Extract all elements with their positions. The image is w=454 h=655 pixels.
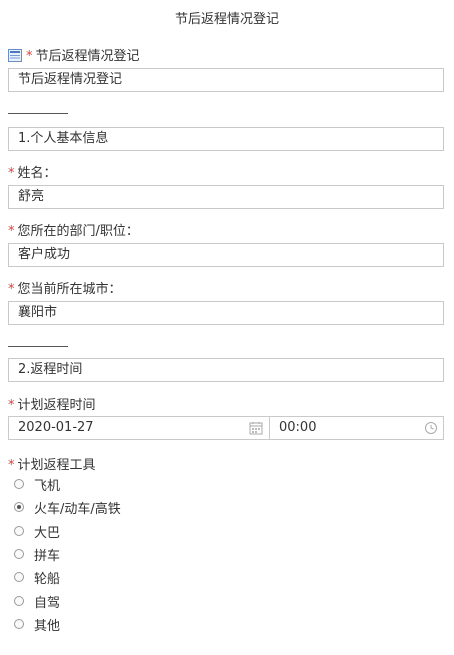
option-label: 火车/动车/高铁	[34, 501, 121, 517]
clock-icon[interactable]	[424, 421, 438, 435]
transport-option-train[interactable]: 火车/动车/高铁	[14, 498, 121, 517]
city-label-text: 您当前所在城市：	[17, 282, 122, 297]
radio-button[interactable]	[14, 619, 24, 629]
option-label: 拼车	[34, 548, 61, 564]
required-mark: *	[8, 224, 15, 239]
radio-button[interactable]	[14, 479, 24, 489]
transport-option-plane[interactable]: 飞机	[14, 475, 61, 494]
return-time-label: * 计划返程时间	[8, 394, 96, 413]
form-title-label: * 节后返程情况登记	[8, 45, 140, 64]
name-input[interactable]: 舒亮	[8, 185, 444, 209]
document-icon	[8, 49, 22, 62]
city-label: * 您当前所在城市：	[8, 278, 122, 297]
section1-title-field[interactable]: 1.个人基本信息	[8, 127, 444, 151]
calendar-icon[interactable]	[249, 421, 263, 435]
time-picker[interactable]: 00:00	[269, 416, 444, 440]
transport-option-other[interactable]: 其他	[14, 615, 61, 634]
section2-title-field[interactable]: 2.返程时间	[8, 358, 444, 382]
radio-button[interactable]	[14, 526, 24, 536]
radio-button[interactable]	[14, 549, 24, 559]
option-label: 大巴	[34, 525, 61, 541]
option-label: 其他	[34, 618, 61, 634]
required-mark: *	[8, 166, 15, 181]
option-label: 飞机	[34, 478, 61, 494]
transport-option-carpool[interactable]: 拼车	[14, 545, 61, 564]
name-label: * 姓名：	[8, 162, 57, 181]
city-input[interactable]: 襄阳市	[8, 301, 444, 325]
separator	[8, 346, 68, 347]
separator	[8, 113, 68, 114]
transport-option-bus[interactable]: 大巴	[14, 522, 61, 541]
dept-label-text: 您所在的部门/职位：	[17, 224, 139, 239]
dept-input[interactable]: 客户成功	[8, 243, 444, 267]
radio-button-selected[interactable]	[14, 502, 24, 512]
dept-label: * 您所在的部门/职位：	[8, 220, 139, 239]
form-title-label-text: 节后返程情况登记	[35, 49, 140, 64]
radio-button[interactable]	[14, 572, 24, 582]
time-value: 00:00	[279, 420, 317, 435]
option-label: 自驾	[34, 595, 61, 611]
radio-button[interactable]	[14, 596, 24, 606]
transport-label-text: 计划返程工具	[17, 458, 96, 473]
option-label: 轮船	[34, 571, 61, 587]
return-time-label-text: 计划返程时间	[17, 398, 96, 413]
required-mark: *	[8, 458, 15, 473]
transport-option-self-drive[interactable]: 自驾	[14, 592, 61, 611]
date-value: 2020-01-27	[18, 420, 94, 435]
required-mark: *	[8, 282, 15, 297]
transport-option-ship[interactable]: 轮船	[14, 568, 61, 587]
required-mark: *	[26, 49, 33, 64]
name-label-text: 姓名：	[17, 166, 57, 181]
page-title: 节后返程情况登记	[174, 12, 279, 27]
required-mark: *	[8, 398, 15, 413]
transport-label: * 计划返程工具	[8, 454, 96, 473]
form-title-input[interactable]: 节后返程情况登记	[8, 68, 444, 92]
date-picker[interactable]: 2020-01-27	[8, 416, 270, 440]
